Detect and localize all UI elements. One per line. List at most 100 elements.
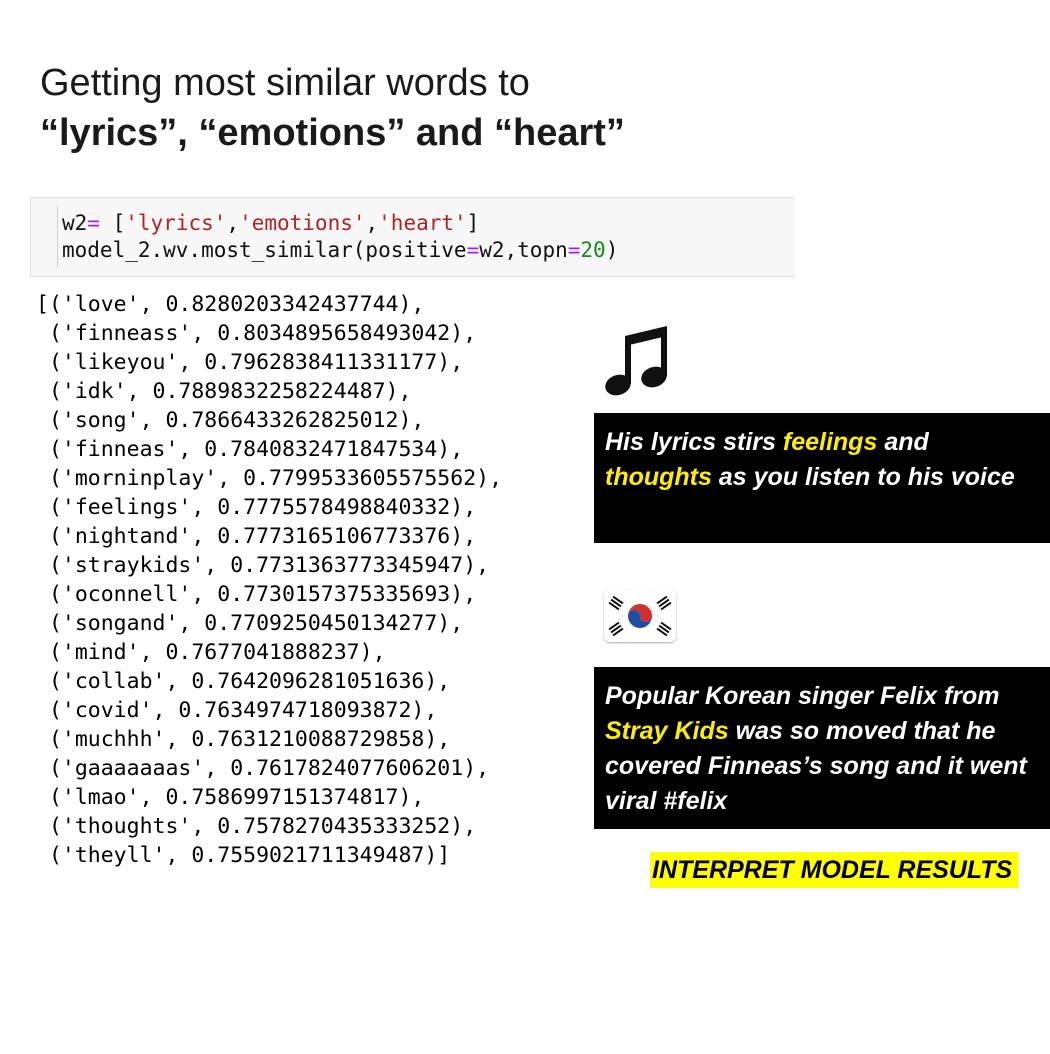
output-row: ('straykids', 0.7731363773345947),	[36, 553, 489, 578]
output-score: 0.7840832471847534	[204, 437, 438, 462]
output-row: ('covid', 0.7634974718093872),	[36, 698, 437, 723]
output-prefix: ('	[36, 524, 75, 549]
output-word: theyll	[74, 843, 153, 868]
output-prefix: ('	[36, 350, 75, 375]
output-prefix: ('	[36, 553, 75, 578]
output-suffix: ),	[450, 582, 477, 607]
output-separator: ',	[139, 698, 179, 723]
output-word: finneas	[74, 437, 166, 462]
output-prefix: ('	[36, 582, 75, 607]
output-row: ('idk', 0.7889832258224487),	[36, 379, 411, 404]
code-input[interactable]: w2= ['lyrics','emotions','heart'] model_…	[62, 210, 618, 264]
output-suffix: ),	[398, 408, 425, 433]
code-token: ]	[466, 211, 480, 235]
output-score: 0.7578270435333252	[217, 814, 451, 839]
output-word: songand	[74, 611, 166, 636]
output-suffix: ),	[463, 756, 490, 781]
output-prefix: [('	[36, 292, 75, 317]
output-suffix: ),	[385, 379, 412, 404]
insight-text: as you listen to his voice	[711, 463, 1015, 491]
output-score: 0.8280203342437744	[165, 292, 399, 317]
output-score: 0.7889832258224487	[152, 379, 386, 404]
cell-gutter-divider	[57, 206, 58, 268]
output-suffix: ),	[424, 669, 451, 694]
output-score: 0.7773165106773376	[217, 524, 451, 549]
output-suffix: ),	[450, 524, 477, 549]
output-prefix: ('	[36, 640, 75, 665]
highlight-stray-kids: Stray Kids	[605, 717, 729, 745]
output-suffix: )]	[424, 843, 451, 868]
output-separator: ',	[191, 553, 231, 578]
interpret-results-label: INTERPRET MODEL RESULTS	[650, 852, 1019, 888]
code-token: model_2.wv.most_similar(positive	[62, 238, 467, 262]
code-token: 'emotions'	[239, 211, 366, 235]
cell-output: [('love', 0.8280203342437744), ('finneas…	[36, 290, 502, 870]
output-separator: ',	[178, 495, 218, 520]
output-prefix: ('	[36, 814, 75, 839]
output-prefix: ('	[36, 785, 75, 810]
title-line-1: Getting most similar words to	[40, 62, 530, 104]
output-row: ('theyll', 0.7559021711349487)]	[36, 843, 450, 868]
output-row: ('nightand', 0.7773165106773376),	[36, 524, 476, 549]
output-prefix: ('	[36, 698, 75, 723]
south-korea-flag-icon	[604, 590, 676, 642]
output-word: collab	[74, 669, 153, 694]
output-row: [('love', 0.8280203342437744),	[36, 292, 424, 317]
code-token: 20	[580, 238, 606, 262]
code-token: w2,topn	[479, 238, 568, 262]
insight-text: and	[877, 428, 929, 456]
output-separator: ',	[126, 785, 166, 810]
output-word: morninplay	[74, 466, 205, 491]
slide-title: Getting most similar words to “lyrics”, …	[40, 58, 1000, 158]
output-row: ('finneass', 0.8034895658493042),	[36, 321, 476, 346]
output-separator: ',	[165, 437, 205, 462]
output-score: 0.7775578498840332	[217, 495, 451, 520]
code-token: w2	[62, 211, 88, 235]
output-prefix: ('	[36, 437, 75, 462]
output-row: ('mind', 0.7677041888237),	[36, 640, 386, 665]
output-prefix: ('	[36, 669, 75, 694]
output-prefix: ('	[36, 756, 75, 781]
output-separator: ',	[165, 350, 205, 375]
highlight-feelings: feelings	[782, 428, 878, 456]
output-prefix: ('	[36, 408, 75, 433]
code-cell[interactable]: w2= ['lyrics','emotions','heart'] model_…	[30, 197, 795, 277]
output-suffix: ),	[411, 698, 438, 723]
highlight-thoughts: thoughts	[605, 463, 712, 491]
output-separator: ',	[126, 292, 166, 317]
code-token: [	[99, 211, 126, 235]
output-prefix: ('	[36, 466, 75, 491]
lyrics-insight-box: His lyrics stirs feelings and thoughts as…	[594, 413, 1050, 543]
output-suffix: ),	[476, 466, 503, 491]
output-word: straykids	[74, 553, 192, 578]
output-word: mind	[74, 640, 127, 665]
output-word: lmao	[74, 785, 127, 810]
code-token: ,	[226, 211, 240, 235]
output-word: nightand	[74, 524, 179, 549]
output-separator: ',	[178, 321, 218, 346]
output-separator: ',	[126, 640, 166, 665]
insight-text: Popular Korean singer Felix from	[605, 682, 1000, 710]
output-score: 0.7559021711349487	[191, 843, 425, 868]
output-word: thoughts	[74, 814, 179, 839]
output-separator: ',	[126, 408, 166, 433]
output-word: love	[74, 292, 127, 317]
code-token: 'lyrics'	[125, 211, 227, 235]
output-row: ('thoughts', 0.7578270435333252),	[36, 814, 476, 839]
output-score: 0.7642096281051636	[191, 669, 425, 694]
output-suffix: ),	[398, 292, 425, 317]
output-score: 0.7586997151374817	[165, 785, 399, 810]
output-suffix: ),	[450, 495, 477, 520]
output-separator: ',	[152, 843, 192, 868]
output-row: ('feelings', 0.7775578498840332),	[36, 495, 476, 520]
output-suffix: ),	[450, 321, 477, 346]
output-separator: ',	[178, 814, 218, 839]
output-separator: ',	[152, 727, 192, 752]
output-suffix: ),	[437, 611, 464, 636]
output-word: gaaaaaaas	[74, 756, 192, 781]
output-prefix: ('	[36, 727, 75, 752]
output-row: ('gaaaaaaas', 0.7617824077606201),	[36, 756, 489, 781]
output-word: muchhh	[74, 727, 153, 752]
output-suffix: ),	[359, 640, 386, 665]
output-prefix: ('	[36, 321, 75, 346]
